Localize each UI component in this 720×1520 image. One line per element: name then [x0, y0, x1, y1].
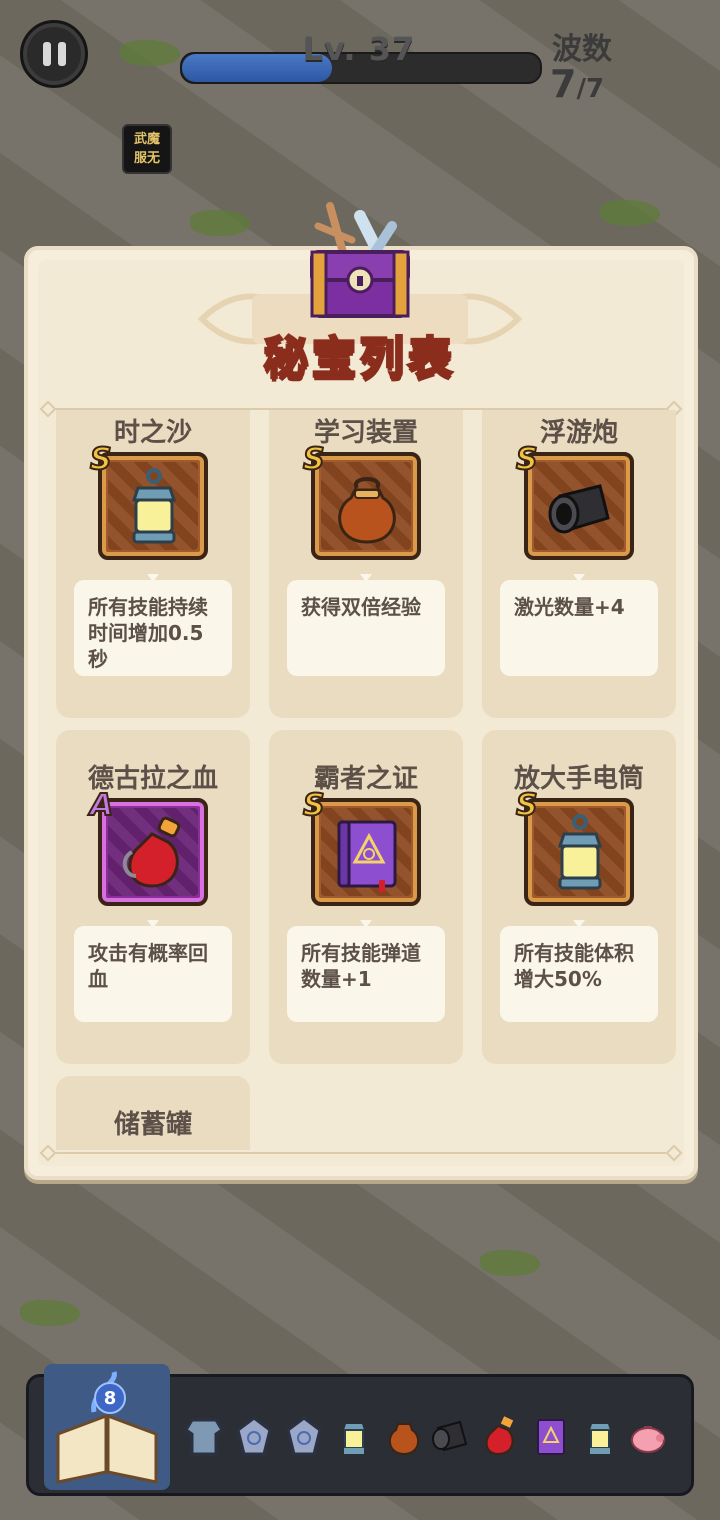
grass-patch	[480, 1250, 540, 1276]
rune-stone-icon	[286, 1416, 322, 1456]
treasure-description: 激光数量+4	[500, 580, 658, 676]
treasure-description: 所有技能体积增大50%	[500, 926, 658, 1022]
grass-patch	[190, 210, 250, 236]
purple-book-icon	[537, 1419, 565, 1455]
treasure-card[interactable]: 浮游炮 S 激光数量+4	[482, 410, 676, 718]
rarity-badge: A	[89, 787, 114, 824]
wave-total: /7	[576, 74, 605, 104]
rune-stone-icon	[236, 1416, 272, 1456]
treasure-card[interactable]: 学习装置 S 获得双倍经验	[269, 410, 463, 718]
treasure-name: 浮游炮	[539, 418, 618, 448]
pause-icon	[42, 42, 66, 66]
lantern-icon	[557, 814, 603, 890]
cannon-icon	[548, 484, 610, 534]
treasure-name: 放大手电筒	[513, 764, 644, 794]
wave-counter: 7/7	[550, 62, 604, 106]
blood-vial-icon	[485, 1416, 514, 1456]
treasure-description: 攻击有概率回血	[74, 926, 232, 1022]
treasure-card[interactable]: 放大手电筒 S 所有技能体积增大50%	[482, 730, 676, 1064]
wave-current: 7	[550, 62, 577, 106]
pause-button[interactable]	[20, 20, 88, 88]
blood-vial-icon	[122, 816, 181, 888]
treasure-description: 所有技能弹道数量+1	[287, 926, 445, 1022]
level-text: Lv. 37	[302, 30, 416, 68]
cannon-icon	[432, 1420, 468, 1452]
purple-book-icon	[337, 820, 397, 892]
treasure-name: 霸者之证	[313, 764, 418, 794]
armor-icon	[184, 1418, 224, 1456]
piggy-bank-icon	[631, 1426, 665, 1453]
money-bag-icon	[338, 477, 396, 544]
badge-text-2: 服无	[133, 150, 160, 166]
rarity-badge: S	[515, 441, 539, 478]
lantern-icon	[344, 1424, 364, 1454]
treasure-list-scroll[interactable]: 时之沙 S 所有技能持续时间增加0.5秒 学习装置 S 获得双倍经验 浮游炮 S…	[48, 410, 676, 1150]
treasure-icon-frame	[98, 452, 208, 560]
rarity-badge: S	[515, 787, 539, 824]
treasure-icon-frame	[524, 798, 634, 906]
treasure-chest-icon	[310, 202, 410, 318]
grass-patch	[600, 200, 660, 226]
treasure-card[interactable]: 储蓄罐	[56, 1076, 250, 1150]
treasure-icon-frame	[524, 452, 634, 560]
rarity-badge: S	[302, 441, 326, 478]
rarity-badge: S	[302, 787, 326, 824]
treasure-card[interactable]: 时之沙 S 所有技能持续时间增加0.5秒	[56, 410, 250, 718]
treasure-icon-frame	[98, 798, 208, 906]
panel-title: 秘宝列表	[263, 332, 456, 386]
treasure-name: 德古拉之血	[87, 764, 218, 794]
lantern-icon	[131, 468, 177, 544]
treasure-icon-frame	[311, 798, 421, 906]
treasure-icon-frame	[311, 452, 421, 560]
treasure-card[interactable]: 霸者之证 S 所有技能弹道数量+1	[269, 730, 463, 1064]
game-logo-badge[interactable]: 武魔 服无	[122, 124, 172, 174]
lantern-icon	[590, 1424, 610, 1454]
spell-count-badge: 8	[94, 1382, 126, 1414]
grass-patch	[120, 40, 180, 66]
treasure-description: 所有技能持续时间增加0.5秒	[74, 580, 232, 676]
grass-patch	[20, 1300, 80, 1326]
treasure-name: 学习装置	[313, 418, 418, 448]
treasure-name: 时之沙	[113, 418, 192, 448]
money-bag-icon	[388, 1423, 420, 1456]
treasure-name: 储蓄罐	[113, 1110, 192, 1140]
badge-text-1: 武魔	[133, 131, 160, 147]
treasure-card[interactable]: 德古拉之血 A 攻击有概率回血	[56, 730, 250, 1064]
divider-bottom	[48, 1152, 676, 1154]
treasure-description: 获得双倍经验	[287, 580, 445, 676]
rarity-badge: S	[89, 441, 113, 478]
